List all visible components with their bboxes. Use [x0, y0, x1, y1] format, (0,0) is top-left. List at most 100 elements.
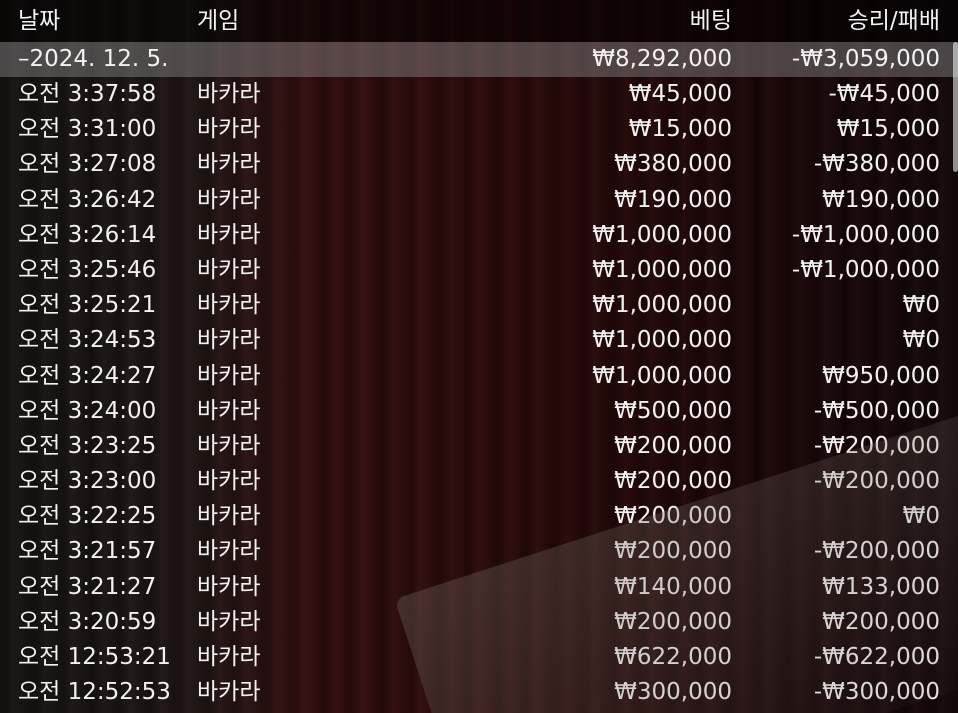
row-result: ₩133,000	[822, 573, 940, 600]
row-bet: ₩200,000	[614, 468, 732, 495]
row-game: 바카라	[197, 186, 261, 213]
row-result: -₩300,000	[813, 679, 940, 706]
date-group-row[interactable]: –2024. 12. 5. ₩8,292,000 -₩3,059,000	[0, 42, 958, 77]
row-time: 오전 3:24:00	[18, 397, 157, 424]
row-result: ₩0	[902, 327, 940, 354]
row-bet: ₩1,000,000	[592, 362, 732, 389]
row-time: 오전 12:53:21	[18, 644, 171, 670]
row-time: 오전 3:25:46	[18, 256, 157, 283]
header-game: 게임	[197, 8, 240, 34]
row-bet: ₩200,000	[614, 432, 732, 459]
table-row[interactable]: 오전 3:21:57 바카라 ₩200,000 -₩200,000	[0, 534, 958, 569]
row-result: -₩45,000	[828, 81, 940, 107]
table-row[interactable]: 오전 3:26:42 바카라 ₩190,000 ₩190,000	[0, 183, 958, 218]
history-panel: 날짜 게임 베팅 승리/패배 –2024. 12. 5. ₩8,292,000 …	[0, 0, 958, 713]
table-row[interactable]: 오전 3:24:00 바카라 ₩500,000 -₩500,000	[0, 394, 958, 429]
row-bet: ₩200,000	[614, 538, 732, 565]
row-time: 오전 3:37:58	[18, 81, 157, 107]
table-row[interactable]: 오전 3:37:58 바카라 ₩45,000 -₩45,000	[0, 77, 958, 112]
bet-history-table: 날짜 게임 베팅 승리/패배 –2024. 12. 5. ₩8,292,000 …	[0, 0, 958, 710]
row-result: ₩0	[902, 503, 940, 530]
row-game: 바카라	[197, 256, 261, 283]
row-bet: ₩1,000,000	[592, 256, 732, 283]
row-time: 오전 3:26:14	[18, 221, 157, 248]
row-time: 오전 3:25:21	[18, 292, 157, 319]
row-game: 바카라	[197, 679, 261, 706]
row-game: 바카라	[197, 221, 261, 248]
table-row[interactable]: 오전 3:25:46 바카라 ₩1,000,000 -₩1,000,000	[0, 253, 958, 288]
row-result: -₩500,000	[813, 397, 940, 424]
row-time: 오전 3:22:25	[18, 503, 157, 530]
row-game: 바카라	[197, 503, 261, 530]
row-game: 바카라	[197, 397, 261, 424]
row-time: 오전 3:24:53	[18, 327, 157, 354]
row-game: 바카라	[197, 608, 261, 635]
row-game: 바카라	[197, 538, 261, 565]
row-game: 바카라	[197, 116, 261, 143]
table-row[interactable]: 오전 3:31:00 바카라 ₩15,000 ₩15,000	[0, 112, 958, 147]
table-row[interactable]: 오전 3:22:25 바카라 ₩200,000 ₩0	[0, 499, 958, 534]
table-header: 날짜 게임 베팅 승리/패배	[0, 0, 958, 42]
row-bet: ₩1,000,000	[592, 221, 732, 248]
row-bet: ₩45,000	[628, 81, 732, 107]
row-time: 오전 3:21:57	[18, 538, 157, 565]
row-time: 오전 3:23:25	[18, 432, 157, 459]
row-bet: ₩1,000,000	[592, 327, 732, 354]
row-bet: ₩200,000	[614, 503, 732, 530]
table-row[interactable]: 오전 3:21:27 바카라 ₩140,000 ₩133,000	[0, 570, 958, 605]
row-game: 바카라	[197, 468, 261, 495]
row-game: 바카라	[197, 151, 261, 178]
row-time: 오전 12:52:53	[18, 679, 171, 706]
row-game: 바카라	[197, 81, 261, 107]
row-game: 바카라	[197, 362, 261, 389]
row-game: 바카라	[197, 644, 261, 670]
table-row[interactable]: 오전 12:53:21 바카라 ₩622,000 -₩622,000	[0, 640, 958, 675]
row-time: 오전 3:31:00	[18, 116, 157, 143]
table-row[interactable]: 오전 3:24:27 바카라 ₩1,000,000 ₩950,000	[0, 359, 958, 394]
row-time: 오전 3:24:27	[18, 362, 157, 389]
row-game: 바카라	[197, 432, 261, 459]
row-result: -₩380,000	[813, 151, 940, 178]
row-bet: ₩622,000	[614, 644, 732, 670]
row-result: ₩950,000	[822, 362, 940, 389]
table-row[interactable]: 오전 3:26:14 바카라 ₩1,000,000 -₩1,000,000	[0, 218, 958, 253]
header-result: 승리/패배	[847, 8, 940, 34]
table-row[interactable]: 오전 3:20:59 바카라 ₩200,000 ₩200,000	[0, 605, 958, 640]
row-time: 오전 3:23:00	[18, 468, 157, 495]
row-bet: ₩190,000	[614, 186, 732, 213]
row-game: 바카라	[197, 573, 261, 600]
row-result: ₩15,000	[836, 116, 940, 143]
table-row[interactable]: 오전 3:23:00 바카라 ₩200,000 -₩200,000	[0, 464, 958, 499]
table-body: 오전 3:37:58 바카라 ₩45,000 -₩45,000 오전 3:31:00 바카…	[0, 77, 958, 710]
table-row[interactable]: 오전 3:27:08 바카라 ₩380,000 -₩380,000	[0, 147, 958, 182]
row-result: -₩200,000	[813, 432, 940, 459]
row-time: 오전 3:21:27	[18, 573, 157, 600]
row-bet: ₩200,000	[614, 608, 732, 635]
table-row[interactable]: 오전 12:52:53 바카라 ₩300,000 -₩300,000	[0, 675, 958, 710]
row-result: -₩200,000	[813, 468, 940, 495]
scrollbar-thumb[interactable]	[953, 42, 958, 172]
row-result: -₩200,000	[813, 538, 940, 565]
row-time: 오전 3:26:42	[18, 186, 157, 213]
table-row[interactable]: 오전 3:25:21 바카라 ₩1,000,000 ₩0	[0, 288, 958, 323]
table-row[interactable]: 오전 3:24:53 바카라 ₩1,000,000 ₩0	[0, 323, 958, 358]
table-row[interactable]: 오전 3:23:25 바카라 ₩200,000 -₩200,000	[0, 429, 958, 464]
row-time: 오전 3:27:08	[18, 151, 157, 178]
row-bet: ₩300,000	[614, 679, 732, 706]
row-time: 오전 3:20:59	[18, 608, 157, 635]
row-bet: ₩500,000	[614, 397, 732, 424]
row-bet: ₩15,000	[628, 116, 732, 143]
row-bet: ₩380,000	[614, 151, 732, 178]
row-bet: ₩140,000	[614, 573, 732, 600]
group-total-result: -₩3,059,000	[791, 46, 940, 72]
group-total-bet: ₩8,292,000	[592, 46, 732, 72]
header-bet: 베팅	[689, 8, 732, 34]
row-bet: ₩1,000,000	[592, 292, 732, 319]
row-result: ₩200,000	[822, 608, 940, 635]
group-date: –2024. 12. 5.	[18, 46, 169, 72]
row-result: -₩1,000,000	[791, 256, 940, 283]
row-result: ₩0	[902, 292, 940, 319]
row-game: 바카라	[197, 292, 261, 319]
header-date: 날짜	[18, 8, 61, 34]
row-result: ₩190,000	[822, 186, 940, 213]
